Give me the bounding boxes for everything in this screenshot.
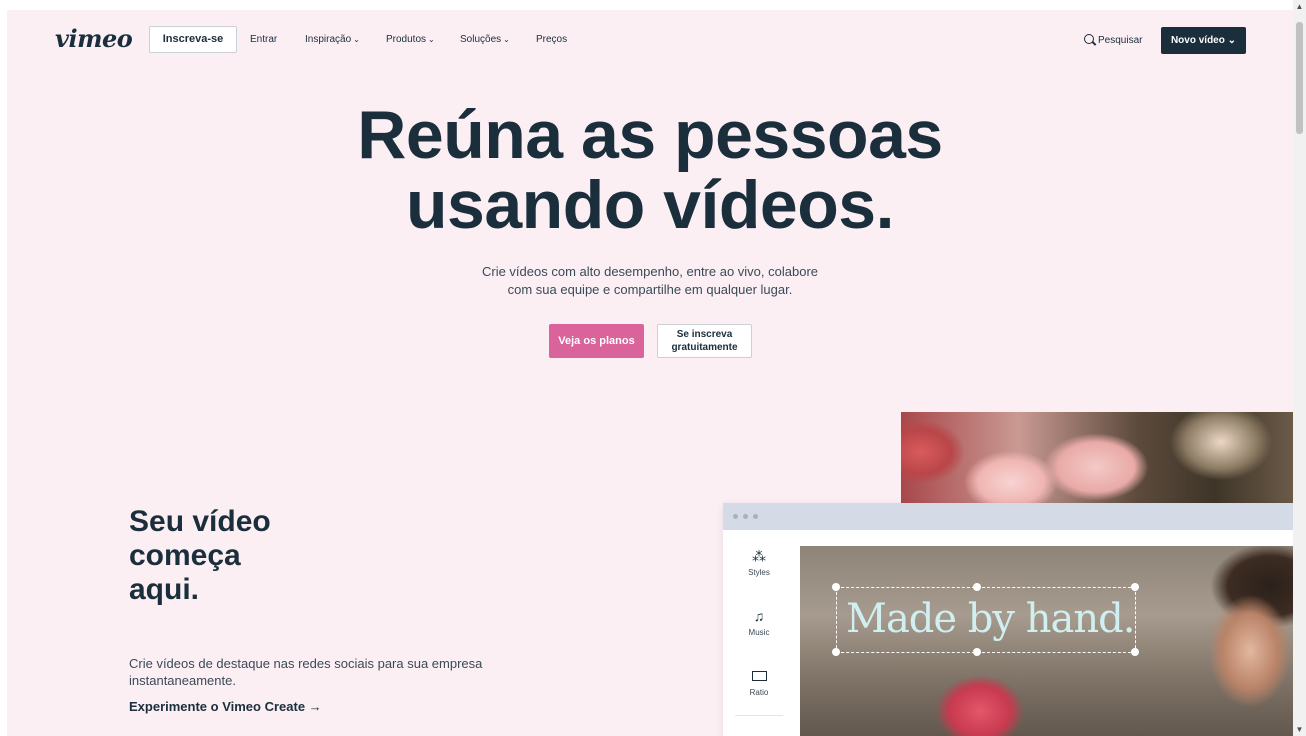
signup-free-line1: Se inscreva: [676, 329, 733, 340]
nav-inspiration[interactable]: Inspiração ⌄: [305, 34, 360, 45]
scroll-down-arrow-icon[interactable]: ▼: [1293, 723, 1306, 736]
signup-free-button[interactable]: Se inscreva gratuitamente: [657, 324, 752, 358]
new-video-label: Novo vídeo: [1170, 35, 1225, 46]
search-icon: [1084, 34, 1094, 44]
login-link[interactable]: Entrar: [250, 34, 277, 45]
section-title-line2: começa: [129, 539, 241, 572]
scroll-up-arrow-icon[interactable]: ▲: [1293, 0, 1306, 13]
search-label: Pesquisar: [1098, 35, 1143, 46]
tool-styles[interactable]: ⁂ Styles: [723, 548, 795, 577]
page: vimeo Inscreva-se Entrar Inspiração ⌄ Pro…: [7, 10, 1293, 736]
resize-handle[interactable]: [973, 583, 981, 591]
tool-ratio[interactable]: Ratio: [723, 668, 795, 697]
view-plans-button[interactable]: Veja os planos: [549, 324, 644, 358]
nav-pricing[interactable]: Preços: [536, 34, 567, 45]
hero-subtitle-line1: Crie vídeos com alto desempenho, entre a…: [481, 264, 819, 279]
top-navigation: vimeo Inscreva-se Entrar Inspiração ⌄ Pro…: [7, 10, 1293, 70]
resize-handle[interactable]: [1131, 583, 1139, 591]
hero-title-line2: usando vídeos.: [406, 167, 895, 243]
text-selection-box: [836, 587, 1136, 653]
chevron-down-icon: ⌄: [428, 35, 435, 44]
tool-styles-label: Styles: [748, 568, 770, 577]
tool-divider: [735, 715, 783, 716]
editor-window: ⁂ Styles ♫ Music Ratio Made by hand.: [723, 503, 1293, 736]
resize-handle[interactable]: [832, 648, 840, 656]
section-title: Seu vídeo começa aqui.: [129, 505, 271, 607]
resize-handle[interactable]: [832, 583, 840, 591]
tool-music-label: Music: [748, 628, 770, 637]
tool-ratio-label: Ratio: [749, 688, 769, 697]
try-vimeo-create-link[interactable]: Experimente o Vimeo Create →: [129, 699, 322, 714]
nav-products-label: Produtos: [386, 34, 427, 45]
nav-solutions-label: Soluções: [460, 34, 502, 45]
hero-subtitle-line2: com sua equipe e compartilhe em qualquer…: [507, 282, 793, 297]
nav-solutions[interactable]: Soluções ⌄: [460, 34, 510, 45]
music-note-icon: ♫: [753, 608, 765, 624]
window-dot: [753, 514, 758, 519]
chevron-down-icon: ⌄: [353, 35, 360, 44]
window-dot: [733, 514, 738, 519]
window-dot: [743, 514, 748, 519]
nav-inspiration-label: Inspiração: [305, 34, 352, 45]
editor-titlebar: [723, 503, 1293, 530]
signup-free-line2: gratuitamente: [671, 342, 738, 353]
hero-title: Reúna as pessoas usando vídeos.: [7, 100, 1293, 240]
section-description: Crie vídeos de destaque nas redes sociai…: [129, 656, 483, 688]
nav-products[interactable]: Produtos ⌄: [386, 34, 435, 45]
scrollbar[interactable]: ▲ ▼: [1293, 0, 1306, 736]
scroll-thumb[interactable]: [1296, 22, 1303, 134]
ratio-icon: [723, 668, 795, 684]
chevron-down-icon: ⌄: [503, 35, 510, 44]
resize-handle[interactable]: [973, 648, 981, 656]
chevron-down-icon: ⌄: [1227, 35, 1237, 46]
search-button[interactable]: Pesquisar: [1084, 33, 1142, 46]
magic-wand-icon: ⁂: [752, 548, 766, 564]
hero-subtitle: Crie vídeos com alto desempenho, entre a…: [7, 263, 1293, 299]
video-preview[interactable]: Made by hand.: [800, 546, 1293, 736]
tool-music[interactable]: ♫ Music: [723, 608, 795, 637]
section-title-line3: aqui.: [129, 573, 200, 606]
flower-image: [901, 412, 1293, 504]
section-title-line1: Seu vídeo: [129, 505, 271, 538]
new-video-button[interactable]: Novo vídeo ⌄: [1161, 27, 1246, 54]
vimeo-logo[interactable]: vimeo: [55, 24, 133, 53]
hero-title-line1: Reúna as pessoas: [357, 97, 943, 173]
signup-button[interactable]: Inscreva-se: [149, 26, 237, 53]
resize-handle[interactable]: [1131, 648, 1139, 656]
